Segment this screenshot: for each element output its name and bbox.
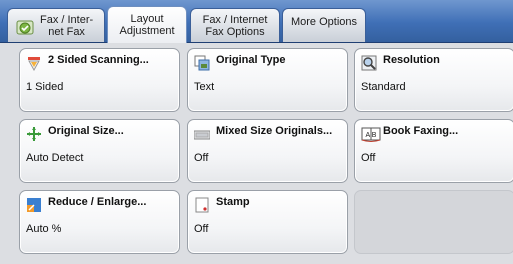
tab-label: Fax / Inter- net Fax — [40, 13, 94, 38]
tab-label: More Options — [290, 16, 358, 28]
original-type-button[interactable]: Original Type Text — [187, 48, 348, 112]
tab-fax-internet-fax-options[interactable]: Fax / Internet Fax Options — [190, 8, 280, 42]
tab-more-options[interactable]: More Options — [282, 8, 366, 42]
stamp-button[interactable]: Stamp Off — [187, 190, 348, 254]
tab-fax-internet-fax[interactable]: Fax / Inter- net Fax — [7, 8, 105, 42]
fax-icon — [16, 20, 34, 35]
options-panel: 2 Sided Scanning... 1 Sided Original Typ… — [0, 43, 513, 264]
original-type-icon — [194, 55, 210, 71]
book-faxing-icon: A B — [361, 127, 381, 142]
stamp-icon — [195, 197, 209, 213]
resolution-button[interactable]: Resolution Standard — [354, 48, 513, 112]
original-size-icon — [27, 127, 41, 141]
two-sided-icon — [28, 57, 40, 71]
resolution-icon — [361, 55, 377, 71]
book-icon-letters: A B — [366, 132, 377, 139]
original-size-button[interactable]: Original Size... Auto Detect — [19, 119, 180, 183]
book-faxing-button[interactable]: A B Book Faxing... Off — [354, 119, 513, 183]
mixed-size-originals-button[interactable]: Mixed Size Originals... Off — [187, 119, 348, 183]
mixed-size-icon — [194, 130, 210, 140]
tab-label: Fax / Internet Fax Options — [202, 13, 268, 38]
reduce-enlarge-icon — [27, 198, 41, 212]
tab-layout-adjustment[interactable]: Layout Adjustment — [107, 6, 187, 43]
two-sided-scanning-button[interactable]: 2 Sided Scanning... 1 Sided — [19, 48, 180, 112]
tab-label: Layout Adjustment — [119, 13, 175, 37]
tab-bar: Fax / Inter- net Fax Layout Adjustment F… — [0, 0, 513, 43]
reduce-enlarge-button[interactable]: Reduce / Enlarge... Auto % — [19, 190, 180, 254]
empty-slot — [354, 190, 513, 254]
